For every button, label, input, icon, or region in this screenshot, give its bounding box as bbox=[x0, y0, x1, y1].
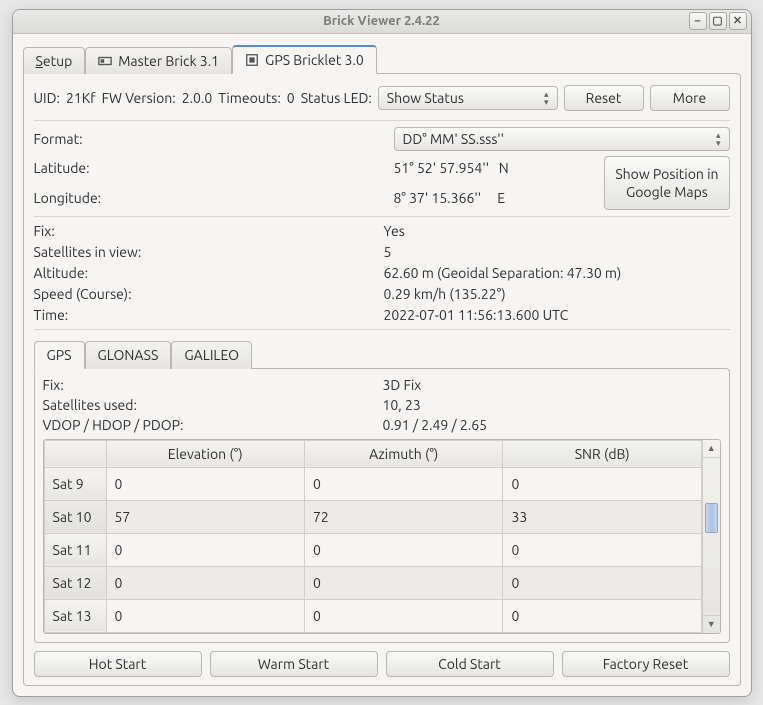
sats-used-label: Satellites used: bbox=[43, 397, 383, 413]
subtab-galileo[interactable]: GALILEO bbox=[171, 341, 252, 369]
gps-fix-label: Fix: bbox=[43, 377, 383, 393]
sats-view-value: 5 bbox=[384, 244, 730, 260]
table-row[interactable]: Sat 11000 bbox=[44, 533, 701, 566]
fix-label: Fix: bbox=[34, 223, 384, 239]
warm-start-button[interactable]: Warm Start bbox=[210, 651, 378, 677]
more-button[interactable]: More bbox=[650, 85, 730, 111]
statusled-label: Status LED: bbox=[301, 90, 372, 106]
close-button[interactable]: ✕ bbox=[729, 12, 747, 30]
subtab-glonass[interactable]: GLONASS bbox=[85, 341, 172, 369]
brick-icon bbox=[98, 54, 112, 68]
dop-label: VDOP / HDOP / PDOP: bbox=[43, 417, 383, 433]
azimuth-cell: 0 bbox=[304, 467, 502, 500]
snr-cell: 0 bbox=[503, 467, 702, 500]
elevation-column-header[interactable]: Elevation (°) bbox=[106, 440, 304, 467]
reset-button[interactable]: Reset bbox=[564, 85, 644, 111]
sat-row-header: Sat 10 bbox=[44, 500, 106, 533]
elevation-cell: 0 bbox=[106, 533, 304, 566]
sat-row-header: Sat 11 bbox=[44, 533, 106, 566]
azimuth-cell: 72 bbox=[304, 500, 502, 533]
chevron-updown-icon: ▴▾ bbox=[544, 90, 549, 106]
tab-master-label: Master Brick 3.1 bbox=[118, 53, 219, 69]
azimuth-cell: 0 bbox=[304, 599, 502, 632]
snr-cell: 0 bbox=[503, 599, 702, 632]
tab-master-brick[interactable]: Master Brick 3.1 bbox=[85, 47, 232, 74]
elevation-cell: 0 bbox=[106, 467, 304, 500]
format-select[interactable]: DD° MM' SS.sss'' ▴▾ bbox=[394, 127, 730, 151]
altitude-value: 62.60 m (Geoidal Separation: 47.30 m) bbox=[384, 265, 730, 281]
sat-column-header bbox=[44, 440, 106, 467]
table-row[interactable]: Sat 12000 bbox=[44, 566, 701, 599]
elevation-cell: 57 bbox=[106, 500, 304, 533]
show-in-maps-button[interactable]: Show Position in Google Maps bbox=[604, 156, 729, 210]
table-row[interactable]: Sat 10577233 bbox=[44, 500, 701, 533]
snr-cell: 0 bbox=[503, 566, 702, 599]
window-title: Brick Viewer 2.4.22 bbox=[323, 14, 440, 28]
uid-value: 21Kf bbox=[66, 90, 96, 106]
subtab-gps[interactable]: GPS bbox=[34, 341, 85, 369]
constellation-tabs: GPS GLONASS GALILEO bbox=[34, 340, 730, 368]
scroll-up-button[interactable]: ▲ bbox=[703, 440, 720, 458]
cold-start-button[interactable]: Cold Start bbox=[386, 651, 554, 677]
satellite-table: Elevation (°) Azimuth (°) SNR (dB) Sat 9… bbox=[44, 440, 702, 633]
dop-value: 0.91 / 2.49 / 2.65 bbox=[383, 417, 721, 433]
fix-value: Yes bbox=[384, 223, 730, 239]
main-tabs: Setup Master Brick 3.1 GPS Bricklet 3.0 bbox=[23, 44, 741, 73]
elevation-cell: 0 bbox=[106, 599, 304, 632]
maximize-button[interactable]: ▢ bbox=[709, 12, 727, 30]
fw-value: 2.0.0 bbox=[182, 90, 213, 106]
sat-row-header: Sat 13 bbox=[44, 599, 106, 632]
altitude-label: Altitude: bbox=[34, 265, 384, 281]
speed-value: 0.29 km/h (135.22°) bbox=[384, 286, 730, 302]
bricklet-icon bbox=[245, 53, 259, 67]
tab-setup-label: etup bbox=[43, 53, 72, 69]
app-window: Brick Viewer 2.4.22 – ▢ ✕ Setup Master B… bbox=[12, 9, 752, 697]
tab-setup[interactable]: Setup bbox=[23, 47, 86, 74]
factory-reset-button[interactable]: Factory Reset bbox=[562, 651, 730, 677]
timeouts-label: Timeouts: bbox=[218, 90, 281, 106]
format-value: DD° MM' SS.sss'' bbox=[403, 131, 505, 147]
azimuth-cell: 0 bbox=[304, 566, 502, 599]
status-led-value: Show Status bbox=[387, 90, 464, 106]
tab-gps-label: GPS Bricklet 3.0 bbox=[265, 52, 364, 68]
uid-label: UID: bbox=[34, 90, 60, 106]
azimuth-cell: 0 bbox=[304, 533, 502, 566]
gps-fix-value: 3D Fix bbox=[383, 377, 721, 393]
scroll-thumb[interactable] bbox=[705, 503, 718, 533]
longitude-value: 8° 37' 15.366'' E bbox=[394, 190, 595, 206]
sat-row-header: Sat 12 bbox=[44, 566, 106, 599]
minimize-button[interactable]: – bbox=[689, 12, 707, 30]
azimuth-column-header[interactable]: Azimuth (°) bbox=[304, 440, 502, 467]
speed-label: Speed (Course): bbox=[34, 286, 384, 302]
latitude-value: 51° 52' 57.954'' N bbox=[394, 160, 595, 176]
table-scrollbar[interactable]: ▲ ▼ bbox=[702, 440, 720, 633]
latitude-label: Latitude: bbox=[34, 160, 384, 176]
fw-label: FW Version: bbox=[102, 90, 176, 106]
chevron-updown-icon: ▴▾ bbox=[716, 131, 721, 147]
longitude-label: Longitude: bbox=[34, 190, 384, 206]
scroll-track[interactable] bbox=[703, 458, 720, 615]
format-label: Format: bbox=[34, 131, 384, 147]
tab-gps-bricklet[interactable]: GPS Bricklet 3.0 bbox=[232, 45, 377, 74]
time-label: Time: bbox=[34, 307, 384, 323]
sats-view-label: Satellites in view: bbox=[34, 244, 384, 260]
hot-start-button[interactable]: Hot Start bbox=[34, 651, 202, 677]
snr-cell: 33 bbox=[503, 500, 702, 533]
sats-used-value: 10, 23 bbox=[383, 397, 721, 413]
table-row[interactable]: Sat 13000 bbox=[44, 599, 701, 632]
snr-cell: 0 bbox=[503, 533, 702, 566]
scroll-down-button[interactable]: ▼ bbox=[703, 615, 720, 633]
elevation-cell: 0 bbox=[106, 566, 304, 599]
status-led-select[interactable]: Show Status ▴▾ bbox=[378, 86, 558, 110]
time-value: 2022-07-01 11:56:13.600 UTC bbox=[384, 307, 730, 323]
snr-column-header[interactable]: SNR (dB) bbox=[503, 440, 702, 467]
timeouts-value: 0 bbox=[287, 90, 295, 106]
titlebar: Brick Viewer 2.4.22 – ▢ ✕ bbox=[13, 10, 751, 34]
sat-row-header: Sat 9 bbox=[44, 467, 106, 500]
table-row[interactable]: Sat 9000 bbox=[44, 467, 701, 500]
